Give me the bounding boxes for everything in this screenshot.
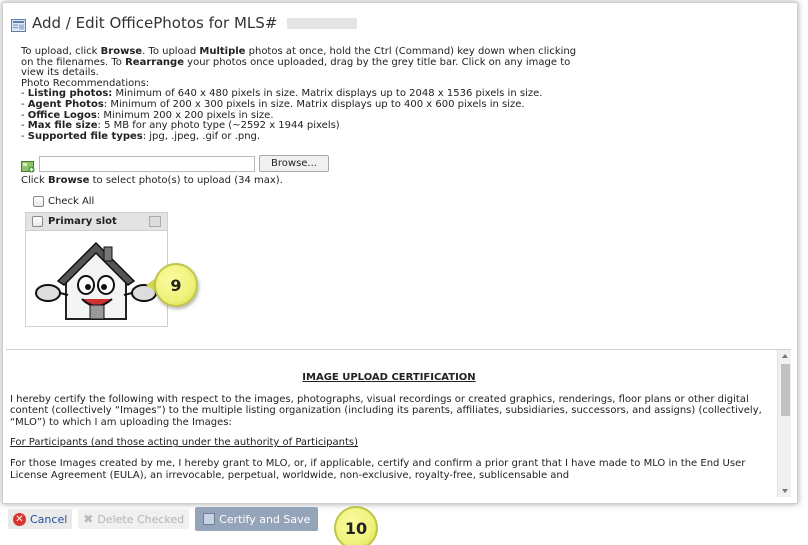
certification-heading: IMAGE UPLOAD CERTIFICATION (302, 372, 476, 383)
photo-gallery-icon (11, 17, 26, 32)
dialog-title: Add / Edit OfficePhotos for MLS# (32, 14, 278, 32)
check-all-label: Check All (48, 196, 95, 207)
rec-dash: - (21, 98, 28, 110)
delete-label: Delete Checked (97, 512, 185, 526)
slot-checkbox[interactable] (32, 216, 43, 227)
instr-multiple-bold: Multiple (199, 46, 246, 57)
dialog-footer: ✕ Cancel ✖ Delete Checked Certify and Sa… (8, 507, 319, 531)
instr-text: To upload, click (21, 46, 101, 57)
rec-text: : jpg, .jpeg, .gif or .png. (142, 130, 261, 142)
slot-title-bar[interactable]: Primary slot (26, 213, 167, 231)
slot-title: Primary slot (48, 216, 117, 227)
rec-text: Minimum of 640 x 480 pixels in size. Mat… (112, 88, 543, 100)
upload-instructions: To upload, click Browse. To upload Multi… (21, 46, 581, 143)
rec-dash: - (21, 88, 28, 100)
cancel-icon: ✕ (13, 512, 26, 526)
cancel-label: Cancel (30, 512, 68, 526)
delete-checked-button[interactable]: ✖ Delete Checked (78, 509, 190, 529)
mls-number-redacted (287, 17, 358, 29)
callout-badge-9: 9 (154, 263, 198, 307)
rec-dash: - (21, 109, 28, 121)
rec-text: : 5 MB for any photo type (~2592 x 1944 … (97, 120, 340, 132)
rec-label: Supported file types (27, 130, 143, 142)
note-browse-bold: Browse (48, 175, 90, 186)
certify-label: Certify and Save (219, 512, 311, 526)
rec-label: Max file size (27, 120, 98, 132)
instr-browse-bold: Browse (100, 46, 143, 57)
note-text: to select photo(s) to upload (34 max). (89, 175, 283, 186)
rec-label: Office Logos (27, 109, 97, 121)
cancel-button[interactable]: ✕ Cancel (8, 509, 73, 529)
certify-and-save-button[interactable]: Certify and Save (195, 507, 319, 531)
certification-participants-heading: For Participants (and those acting under… (10, 437, 358, 449)
browse-button[interactable]: Browse... (259, 155, 329, 172)
scroll-up-arrow-icon[interactable] (782, 354, 788, 358)
rec-label: Agent Photos (27, 98, 104, 110)
upload-note: Click Browse to select photo(s) to uploa… (21, 175, 283, 186)
file-path-input[interactable] (39, 155, 255, 172)
slot-menu-icon[interactable] (149, 216, 161, 227)
dialog-title-bar: Add / Edit OfficePhotos for MLS# (11, 9, 358, 37)
certification-scrollbar[interactable] (777, 350, 791, 497)
primary-photo-slot[interactable]: Primary slot (25, 212, 168, 327)
scroll-down-arrow-icon[interactable] (782, 489, 788, 493)
scroll-thumb[interactable] (781, 364, 790, 416)
delete-icon: ✖ (83, 512, 94, 526)
check-all-control[interactable]: Check All (33, 196, 94, 207)
add-photo-icon (21, 158, 35, 172)
rec-text: : Minimum of 200 x 300 pixels in size. M… (103, 98, 525, 110)
certification-panel[interactable]: IMAGE UPLOAD CERTIFICATION I hereby cert… (6, 349, 791, 497)
note-text: Click (21, 175, 49, 186)
rec-label: Listing photos: (27, 88, 113, 100)
check-all-checkbox[interactable] (33, 196, 44, 207)
rec-dash: - (21, 130, 28, 142)
instr-text: . To upload (142, 46, 200, 57)
rec-file-types: - Supported file types: jpg, .jpeg, .gif… (21, 130, 581, 143)
instructions-paragraph: To upload, click Browse. To upload Multi… (21, 46, 581, 79)
rec-text: : Minimum 200 x 200 pixels in size. (96, 109, 274, 121)
instr-rearrange-bold: Rearrange (125, 56, 184, 68)
callout-badge-10: 10 (334, 506, 378, 545)
upload-row: Browse... (21, 155, 329, 172)
save-icon (203, 513, 216, 525)
certification-text: IMAGE UPLOAD CERTIFICATION I hereby cert… (10, 372, 768, 490)
house-placeholder-image[interactable] (32, 235, 160, 327)
certification-paragraph: For those Images created by me, I hereby… (10, 457, 746, 481)
certification-paragraph: I hereby certify the following with resp… (10, 393, 762, 428)
rec-dash: - (21, 120, 28, 132)
